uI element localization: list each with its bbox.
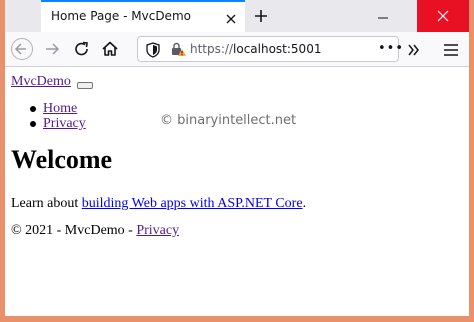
url-host: localhost:5001: [233, 42, 322, 56]
browser-window: Home Page - MvcDemo https://localhost:50…: [5, 0, 469, 316]
intro-paragraph: Learn about building Web apps with ASP.N…: [11, 196, 306, 212]
bullet-icon: [30, 121, 36, 127]
forward-button[interactable]: [41, 38, 63, 60]
brand-link[interactable]: MvcDemo: [11, 74, 71, 90]
toolbar-overflow-icon[interactable]: [407, 42, 421, 61]
page-heading: Welcome: [11, 145, 113, 174]
nav-item-home: Home: [30, 101, 86, 116]
footer-text: © 2021 - MvcDemo -: [11, 223, 137, 238]
reload-button[interactable]: [71, 38, 93, 60]
url-text: https://localhost:5001: [190, 42, 321, 56]
new-tab-icon[interactable]: [253, 8, 269, 24]
forward-arrow-icon: [46, 43, 60, 55]
navbar-toggler-button[interactable]: [77, 82, 93, 89]
close-icon: [437, 10, 449, 22]
tab-close-icon[interactable]: [225, 10, 237, 24]
bullet-icon: [30, 106, 36, 112]
reload-icon: [75, 41, 88, 56]
tab-home-page[interactable]: Home Page - MvcDemo: [41, 0, 245, 32]
home-icon: [102, 41, 118, 56]
intro-prefix: Learn about: [11, 196, 82, 211]
nav-link-privacy[interactable]: Privacy: [43, 116, 86, 131]
close-window-button[interactable]: [417, 0, 469, 32]
page-content: MvcDemo Home Privacy © binaryintellect.n…: [5, 67, 469, 316]
nav-item-privacy: Privacy: [30, 116, 86, 131]
address-bar[interactable]: https://localhost:5001 •••: [137, 36, 403, 62]
watermark-text: © binaryintellect.net: [160, 113, 297, 128]
intro-link[interactable]: building Web apps with ASP.NET Core: [82, 196, 303, 211]
minimize-icon[interactable]: [377, 9, 389, 21]
navigation-toolbar: https://localhost:5001 •••: [5, 32, 469, 67]
intro-suffix: .: [302, 196, 307, 211]
page-actions-menu[interactable]: •••: [378, 41, 404, 56]
tracking-protection-shield-icon[interactable]: [146, 42, 160, 62]
home-button[interactable]: [99, 38, 121, 60]
tab-title: Home Page - MvcDemo: [51, 9, 191, 23]
url-scheme: https://: [190, 42, 234, 56]
back-arrow-icon: [14, 43, 26, 55]
nav-link-home[interactable]: Home: [43, 101, 77, 116]
tab-bar: Home Page - MvcDemo: [5, 0, 469, 32]
hamburger-menu-icon[interactable]: [443, 42, 459, 61]
back-button[interactable]: [11, 38, 33, 60]
footer-privacy-link[interactable]: Privacy: [136, 223, 179, 238]
lock-warning-icon[interactable]: [170, 41, 186, 61]
main-nav-list: Home Privacy: [30, 101, 86, 131]
footer: © 2021 - MvcDemo - Privacy: [11, 223, 179, 239]
